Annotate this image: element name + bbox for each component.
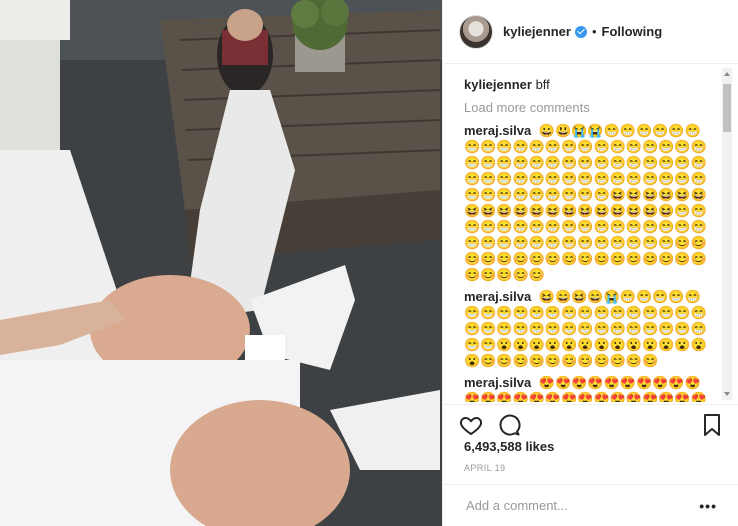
scroll-up-icon[interactable] [724, 72, 730, 76]
caption-username[interactable]: kyliejenner [464, 77, 532, 92]
comment-item: meraj.silva 😍😍😍😍😍😍😍😍😍😍😍😍😍😍😍😍😍😍😍😍😍😍😍😍😍 [464, 375, 716, 402]
comment-bubble-icon[interactable] [497, 413, 521, 437]
comment-item: meraj.silva 😀😃😭😭😁😁😁😁😁😁😁😁😁😁😁😁😁😁😁😁😁😁😁😁😁😁😁😁… [464, 123, 716, 283]
avatar[interactable] [459, 14, 493, 49]
post-actions [443, 404, 738, 444]
post-side-panel: kyliejenner • Following kyliejenner bff … [442, 0, 738, 526]
load-more-comments-link[interactable]: Load more comments [464, 100, 716, 115]
following-button[interactable]: Following [602, 24, 663, 39]
comment-username[interactable]: meraj.silva [464, 289, 531, 304]
comment-item: meraj.silva 😆😄😆😄😭😁😁😁😁😁😁😁😁😁😁😁😁😁😁😁😁😁😁😁😁😁😁😁… [464, 289, 716, 369]
comments-scrollbar[interactable] [722, 68, 732, 400]
comments-list[interactable]: kyliejenner bff Load more comments meraj… [443, 64, 738, 402]
scroll-down-icon[interactable] [724, 392, 730, 396]
verified-badge-icon [574, 25, 587, 38]
like-count[interactable]: 6,493,588 likes [464, 439, 554, 454]
comment-username[interactable]: meraj.silva [464, 123, 531, 138]
post-header: kyliejenner • Following [443, 0, 738, 64]
photo-image [0, 0, 442, 526]
add-comment-input[interactable] [464, 497, 700, 514]
comment-username[interactable]: meraj.silva [464, 375, 531, 390]
more-options-icon[interactable]: ••• [699, 498, 717, 514]
like-heart-icon[interactable] [459, 413, 483, 437]
caption-text: bff [535, 77, 550, 92]
separator-dot: • [591, 24, 597, 39]
post-date[interactable]: APRIL 19 [464, 463, 505, 473]
comment-text: 😀😃😭😭😁😁😁😁😁😁😁😁😁😁😁😁😁😁😁😁😁😁😁😁😁😁😁😁😁😁😁😁😁😁😁😁😁😁😁😁… [464, 123, 707, 282]
add-comment-bar: ••• [443, 484, 738, 526]
post-photo[interactable] [0, 0, 442, 526]
caption: kyliejenner bff [464, 76, 716, 94]
bookmark-icon[interactable] [702, 413, 722, 437]
scrollbar-thumb[interactable] [723, 84, 731, 132]
username-link[interactable]: kyliejenner [503, 24, 571, 39]
